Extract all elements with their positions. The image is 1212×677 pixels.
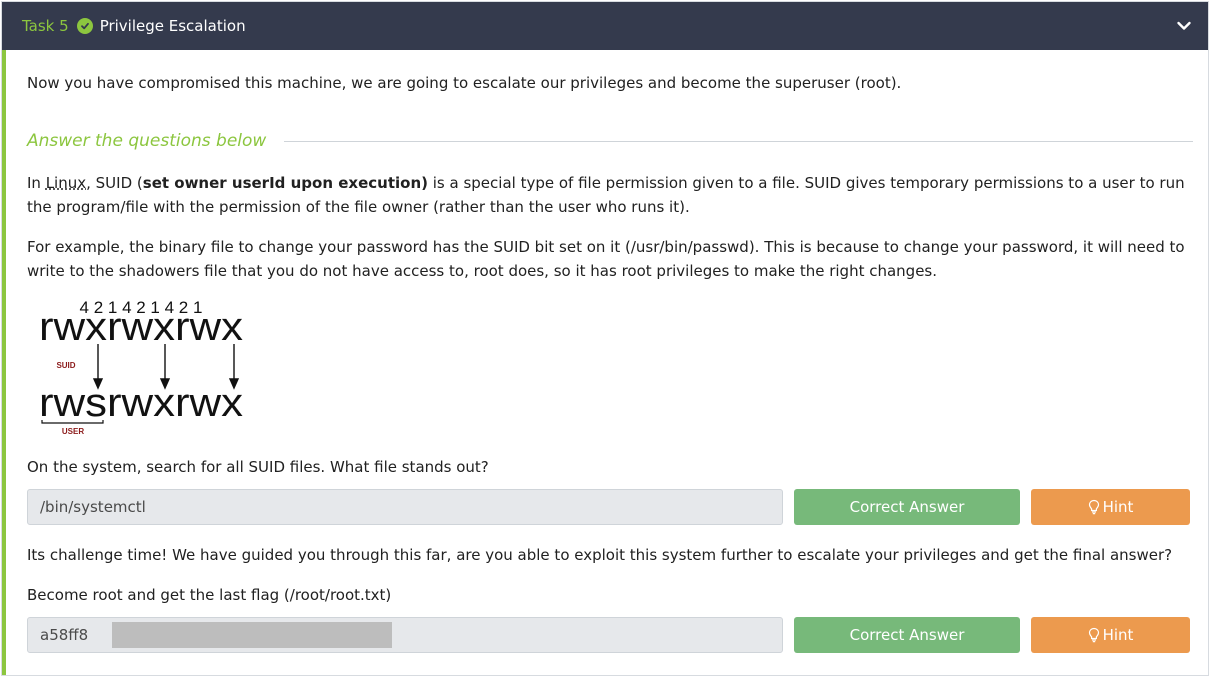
heading-divider bbox=[284, 140, 1193, 142]
questions-heading-row: Answer the questions below bbox=[27, 128, 1193, 154]
task-title: Privilege Escalation bbox=[99, 17, 246, 35]
permission-string-after: rwsrwxrwx bbox=[39, 381, 243, 425]
task-number: Task 5 bbox=[22, 17, 69, 35]
task-body: Now you have compromised this machine, w… bbox=[2, 50, 1208, 675]
question-2-text: Become root and get the last flag (/root… bbox=[27, 586, 392, 604]
task-header[interactable]: Task 5 Privilege Escalation bbox=[2, 2, 1208, 50]
suid-label: SUID bbox=[56, 361, 75, 370]
question-1-text: On the system, search for all SUID files… bbox=[27, 458, 489, 476]
permission-string-before: rwxrwxrwx bbox=[39, 305, 243, 349]
question-2-correct-button[interactable]: Correct Answer bbox=[794, 617, 1020, 653]
questions-heading: Answer the questions below bbox=[27, 131, 267, 151]
question-2-hint-button[interactable]: Hint bbox=[1031, 617, 1190, 653]
task-card: Task 5 Privilege Escalation Now you have… bbox=[1, 1, 1209, 676]
question-1-answer-field[interactable]: /bin/systemctl bbox=[27, 489, 783, 525]
question-1-hint-label: Hint bbox=[1102, 498, 1134, 516]
intro-text: Now you have compromised this machine, w… bbox=[27, 74, 902, 92]
question-2-answer-text: a58ff8 bbox=[40, 626, 89, 644]
lightbulb-icon bbox=[1088, 627, 1100, 643]
redaction-block bbox=[112, 622, 392, 648]
question-1-correct-button[interactable]: Correct Answer bbox=[794, 489, 1020, 525]
question-2-hint-label: Hint bbox=[1102, 626, 1134, 644]
check-circle-icon bbox=[76, 18, 93, 34]
linux-link[interactable]: Linux bbox=[46, 174, 86, 192]
question-2-answer-field[interactable]: a58ff8 bbox=[27, 617, 783, 653]
suid-definition: set owner userId upon execution) bbox=[142, 174, 428, 192]
challenge-text: Its challenge time! We have guided you t… bbox=[27, 546, 1173, 564]
lightbulb-icon bbox=[1088, 499, 1100, 515]
chevron-down-icon[interactable] bbox=[1176, 18, 1192, 34]
suid-permission-diagram: 4 2 1 4 2 1 4 2 1 rwxrwxrwx SUID rwsrwxr… bbox=[35, 296, 247, 438]
question-1-hint-button[interactable]: Hint bbox=[1031, 489, 1190, 525]
suid-description: In Linux, SUID (set owner userId upon ex… bbox=[27, 174, 1185, 216]
user-label: USER bbox=[62, 427, 84, 436]
passwd-example-text: For example, the binary file to change y… bbox=[27, 238, 1185, 280]
